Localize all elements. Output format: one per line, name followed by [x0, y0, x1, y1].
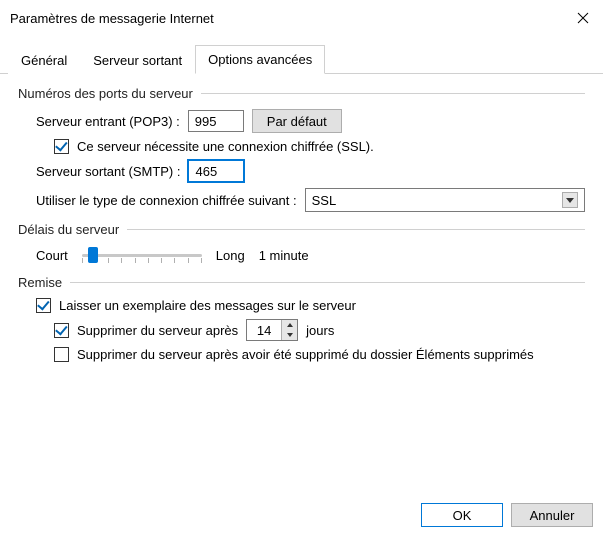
outgoing-port-label: Serveur sortant (SMTP) :: [36, 164, 180, 179]
timeout-short-label: Court: [36, 248, 68, 263]
group-delivery: Remise Laisser un exemplaire des message…: [18, 275, 585, 362]
cancel-button[interactable]: Annuler: [511, 503, 593, 527]
encryption-type-value: SSL: [312, 193, 337, 208]
tab-bar: Général Serveur sortant Options avancées: [0, 34, 603, 74]
remove-after-checkbox[interactable]: [54, 323, 69, 338]
leave-copy-label: Laisser un exemplaire des messages sur l…: [59, 298, 356, 313]
ok-button[interactable]: OK: [421, 503, 503, 527]
leave-copy-checkbox[interactable]: [36, 298, 51, 313]
days-suffix-label: jours: [306, 323, 334, 338]
divider: [70, 282, 585, 283]
window-title: Paramètres de messagerie Internet: [10, 11, 214, 26]
timeout-slider[interactable]: [82, 245, 202, 265]
remove-after-days-stepper[interactable]: [246, 319, 298, 341]
remove-after-label: Supprimer du serveur après: [77, 323, 238, 338]
default-ports-button[interactable]: Par défaut: [252, 109, 342, 133]
tab-general[interactable]: Général: [8, 46, 80, 74]
group-server-timeouts-label: Délais du serveur: [18, 222, 127, 237]
group-server-timeouts: Délais du serveur Court Long 1 minute: [18, 222, 585, 265]
encryption-type-select[interactable]: SSL: [305, 188, 585, 212]
group-delivery-label: Remise: [18, 275, 70, 290]
divider: [127, 229, 585, 230]
incoming-port-input[interactable]: [188, 110, 244, 132]
divider: [201, 93, 585, 94]
ssl-required-checkbox[interactable]: [54, 139, 69, 154]
tab-advanced[interactable]: Options avancées: [195, 45, 325, 74]
timeout-value-label: 1 minute: [259, 248, 309, 263]
ssl-required-label: Ce serveur nécessite une connexion chiff…: [77, 139, 374, 154]
remove-after-days-input[interactable]: [247, 320, 281, 340]
timeout-long-label: Long: [216, 248, 245, 263]
tab-outgoing-server[interactable]: Serveur sortant: [80, 46, 195, 74]
remove-when-deleted-label: Supprimer du serveur après avoir été sup…: [77, 347, 534, 362]
group-server-ports: Numéros des ports du serveur Serveur ent…: [18, 86, 585, 212]
slider-thumb[interactable]: [88, 247, 98, 263]
stepper-up-icon[interactable]: [282, 320, 297, 330]
outgoing-port-input[interactable]: [188, 160, 244, 182]
dialog-footer: OK Annuler: [0, 493, 603, 539]
remove-when-deleted-checkbox[interactable]: [54, 347, 69, 362]
close-icon[interactable]: [573, 8, 593, 28]
incoming-port-label: Serveur entrant (POP3) :: [36, 114, 180, 129]
group-server-ports-label: Numéros des ports du serveur: [18, 86, 201, 101]
chevron-down-icon: [562, 192, 578, 208]
encryption-type-label: Utiliser le type de connexion chiffrée s…: [36, 193, 297, 208]
stepper-down-icon[interactable]: [282, 330, 297, 340]
